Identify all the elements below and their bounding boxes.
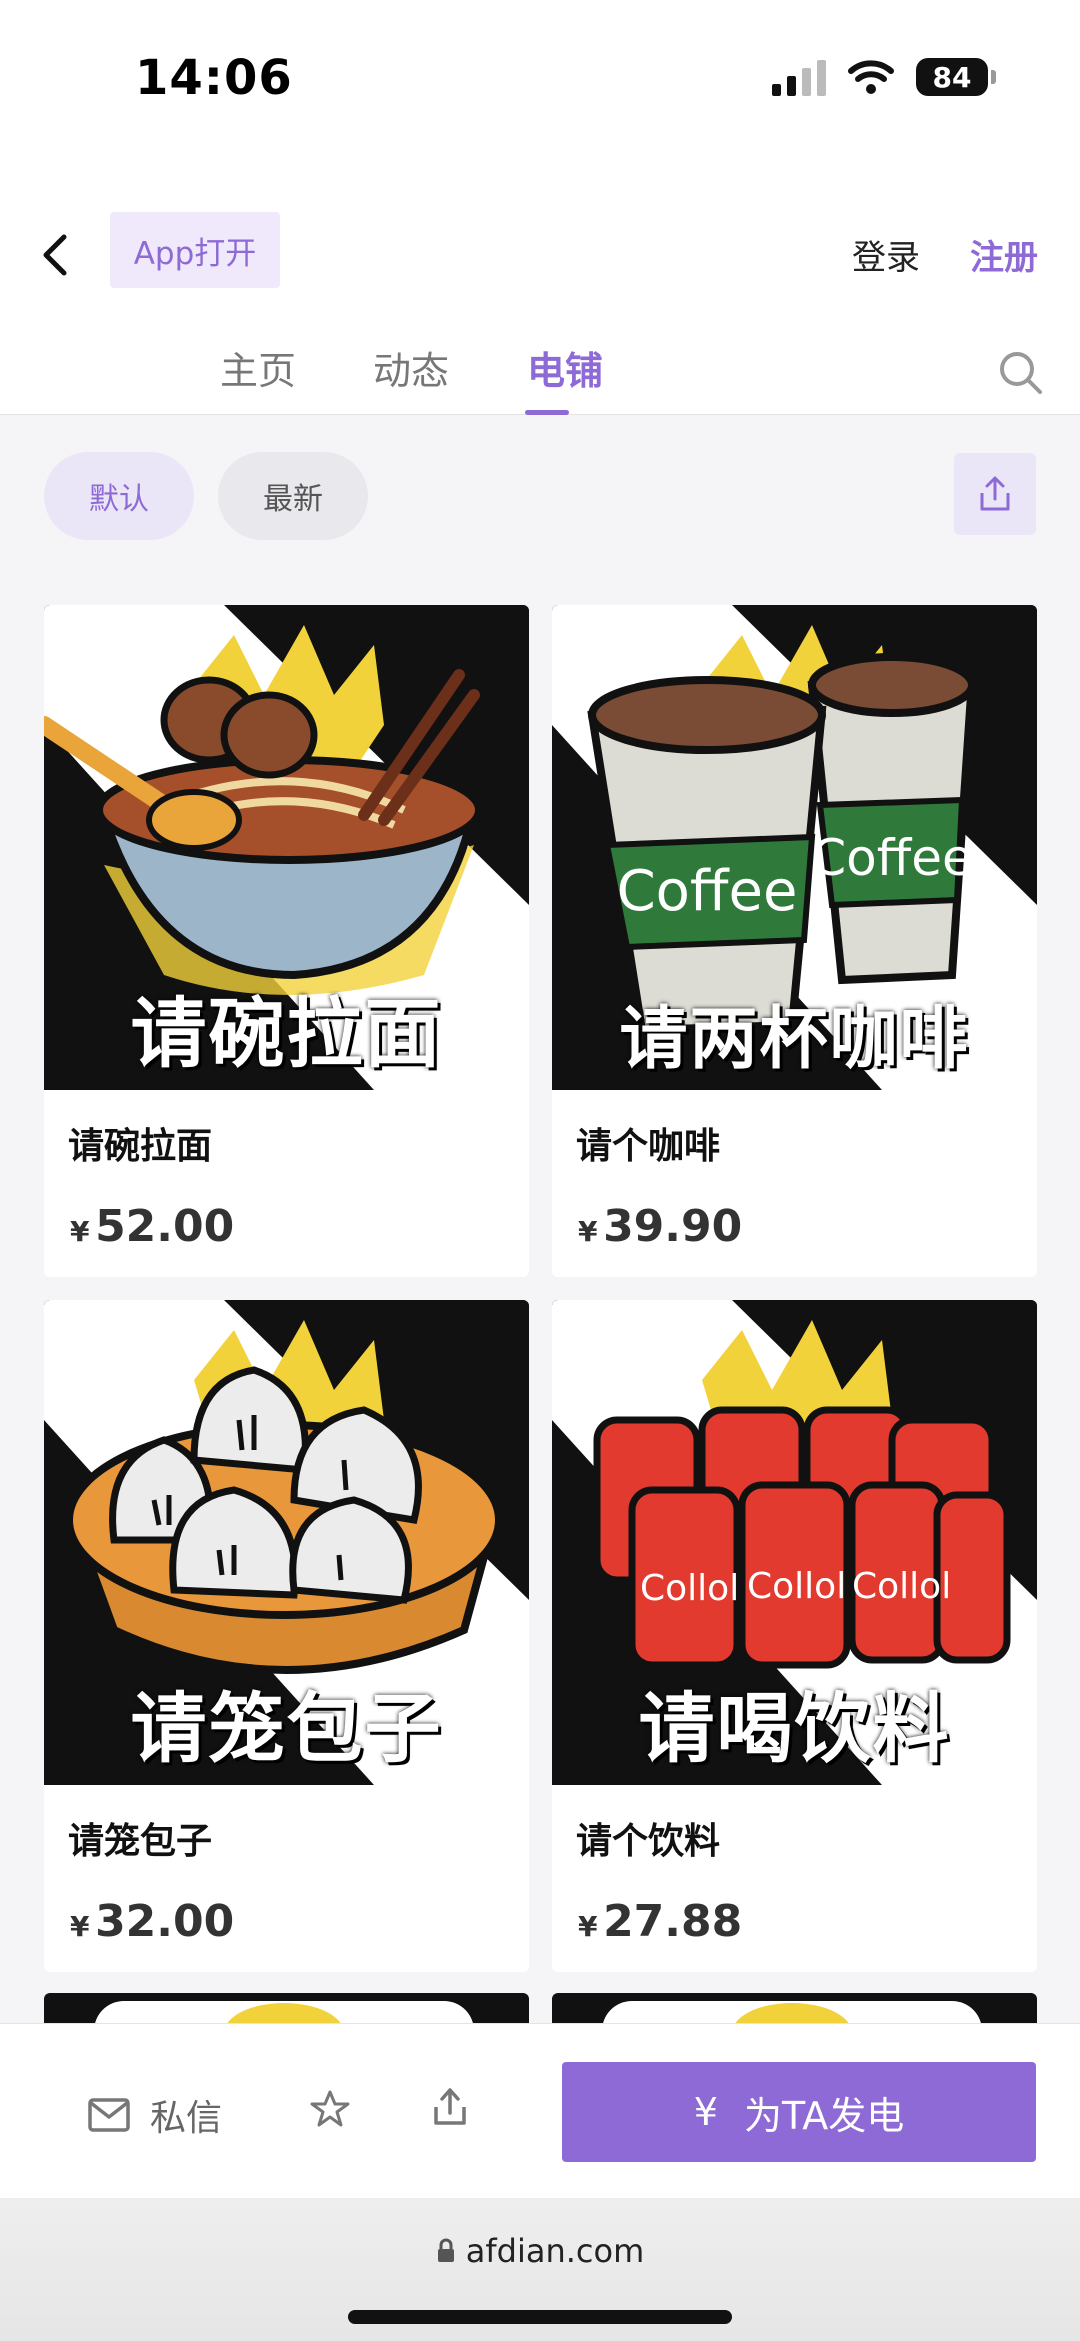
price-value: 32.00: [95, 1896, 235, 1947]
tab-posts[interactable]: 动态: [373, 340, 449, 395]
url-field[interactable]: afdian.com: [0, 2232, 1080, 2270]
lock-icon: [437, 2238, 454, 2262]
yen-icon: ¥: [693, 2090, 718, 2134]
filter-default[interactable]: 默认: [44, 452, 194, 540]
donate-label: 为TA发电: [743, 2093, 905, 2138]
back-button[interactable]: [30, 220, 80, 290]
coffee-cup-label: Coffee: [811, 829, 972, 887]
price-value: 39.90: [603, 1201, 743, 1252]
share-shop-button[interactable]: [954, 453, 1036, 535]
product-image-coffee: Coffee Coffee 请两杯咖啡: [552, 605, 1037, 1090]
product-image-caption: 请喝饮料: [638, 1684, 951, 1773]
product-title: 请笼包子: [68, 1821, 213, 1862]
active-tab-indicator: [525, 410, 569, 415]
product-card[interactable]: 请笼包子 请笼包子 ¥ 32.00: [44, 1300, 529, 1972]
product-card[interactable]: 请碗拉面 请碗拉面 ¥ 52.00: [44, 605, 529, 1277]
back-arrow-icon: [43, 234, 67, 276]
wifi-icon: [848, 60, 894, 94]
product-image-caption: 请笼包子: [130, 1684, 443, 1773]
donate-button[interactable]: ¥ 为TA发电: [562, 2062, 1036, 2162]
product-image-drinks: Collol Collol Collol 请喝饮料: [552, 1300, 1037, 1785]
currency-symbol: ¥: [578, 1215, 598, 1248]
message-label: 私信: [150, 2098, 223, 2139]
share-icon: [434, 2088, 466, 2125]
product-price: ¥ 39.90: [578, 1201, 742, 1252]
cola-can-label: Collol: [852, 1566, 951, 1607]
tab-home[interactable]: 主页: [220, 340, 296, 395]
coffee-cup-label: Coffee: [617, 859, 798, 924]
share-button[interactable]: [432, 2087, 468, 2131]
bottom-action-bar: 私信 ¥ 为TA发电: [0, 2023, 1080, 2198]
home-indicator[interactable]: [348, 2310, 732, 2324]
product-image-caption: 请两杯咖啡: [619, 1000, 970, 1079]
price-value: 52.00: [95, 1201, 235, 1252]
product-price: ¥ 32.00: [70, 1896, 234, 1947]
star-icon: [310, 2090, 350, 2127]
product-image-noodles: 请碗拉面: [44, 605, 529, 1090]
message-button[interactable]: 私信: [88, 2089, 222, 2141]
currency-symbol: ¥: [70, 1910, 90, 1943]
open-in-app-button[interactable]: App打开: [110, 212, 280, 288]
tab-shop[interactable]: 电铺: [527, 340, 603, 395]
register-link[interactable]: 注册: [970, 230, 1038, 279]
product-image-buns: 请笼包子: [44, 1300, 529, 1785]
status-time: 14:06: [135, 50, 293, 106]
currency-symbol: ¥: [578, 1910, 598, 1943]
product-image-caption: 请碗拉面: [130, 989, 443, 1078]
login-link[interactable]: 登录: [852, 230, 920, 279]
product-card[interactable]: Coffee Coffee 请两杯咖啡 请个咖啡 ¥ 39.90: [552, 605, 1037, 1277]
filter-latest[interactable]: 最新: [218, 452, 368, 540]
url-text: afdian.com: [465, 2232, 645, 2270]
browser-url-bar: afdian.com: [0, 2198, 1080, 2341]
currency-symbol: ¥: [70, 1215, 90, 1248]
product-title: 请个咖啡: [576, 1126, 721, 1167]
product-price: ¥ 52.00: [70, 1201, 234, 1252]
battery-icon: 84: [916, 58, 996, 96]
cola-can-label: Collol: [747, 1566, 846, 1607]
header: App打开 登录 注册 主页 动态 电铺: [0, 160, 1080, 415]
status-icons: 84: [772, 58, 996, 96]
mail-icon: [88, 2098, 130, 2132]
product-title: 请个饮料: [576, 1821, 721, 1862]
product-card[interactable]: Collol Collol Collol 请喝饮料 请个饮料 ¥ 27.88: [552, 1300, 1037, 1972]
signal-icon: [772, 58, 826, 96]
price-value: 27.88: [603, 1896, 743, 1947]
status-bar: 14:06 84: [0, 0, 1080, 160]
cola-can-label: Collol: [640, 1568, 739, 1609]
product-title: 请碗拉面: [68, 1126, 213, 1167]
search-icon[interactable]: [996, 348, 1046, 398]
tab-bar: 主页 动态 电铺: [0, 340, 1080, 415]
share-icon: [980, 476, 1010, 511]
product-price: ¥ 27.88: [578, 1896, 742, 1947]
favorite-button[interactable]: [310, 2089, 350, 2133]
